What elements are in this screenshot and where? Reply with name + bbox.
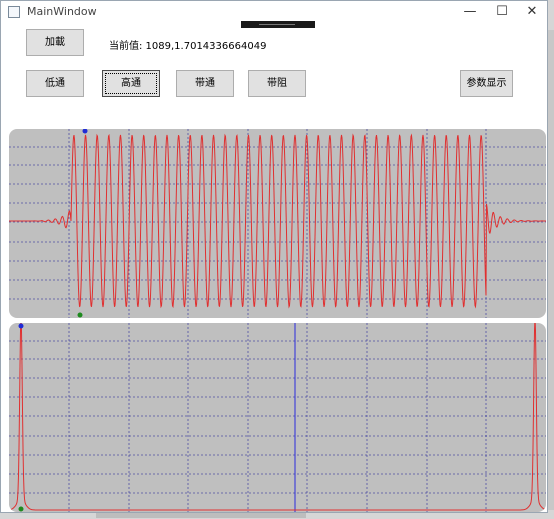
spectrum-line bbox=[9, 323, 546, 511]
drag-handle-grip bbox=[259, 24, 295, 25]
bandpass-button[interactable]: 带通 bbox=[176, 70, 234, 97]
title-bar[interactable]: MainWindow — ☐ ✕ bbox=[1, 1, 547, 23]
drag-handle[interactable] bbox=[241, 21, 315, 28]
frequency-domain-plot[interactable] bbox=[9, 323, 546, 512]
lowpass-button[interactable]: 低通 bbox=[26, 70, 84, 97]
time-domain-svg bbox=[9, 129, 546, 318]
min-marker bbox=[77, 312, 83, 318]
time-domain-plot[interactable] bbox=[9, 129, 546, 318]
background-window-edge bbox=[548, 30, 554, 510]
time-signal-line bbox=[9, 133, 546, 309]
highpass-button[interactable]: 高通 bbox=[102, 70, 160, 97]
app-icon bbox=[8, 6, 20, 18]
minimize-button[interactable]: — bbox=[453, 1, 487, 23]
params-display-button[interactable]: 参数显示 bbox=[460, 70, 513, 97]
load-button[interactable]: 加載 bbox=[26, 29, 84, 56]
frequency-domain-svg bbox=[9, 323, 546, 512]
max-marker bbox=[18, 323, 24, 329]
current-value-label: 当前值: 1089,1.7014336664049 bbox=[109, 41, 267, 52]
bandstop-button[interactable]: 带阻 bbox=[248, 70, 306, 97]
min-marker bbox=[18, 506, 24, 512]
main-window: MainWindow — ☐ ✕ 加載 当前值: 1089,1.70143366… bbox=[0, 0, 548, 513]
horizontal-scrollbar[interactable] bbox=[96, 513, 306, 518]
max-marker bbox=[82, 129, 88, 134]
maximize-button[interactable]: ☐ bbox=[485, 1, 519, 23]
window-title: MainWindow bbox=[27, 5, 97, 18]
close-button[interactable]: ✕ bbox=[515, 1, 549, 23]
